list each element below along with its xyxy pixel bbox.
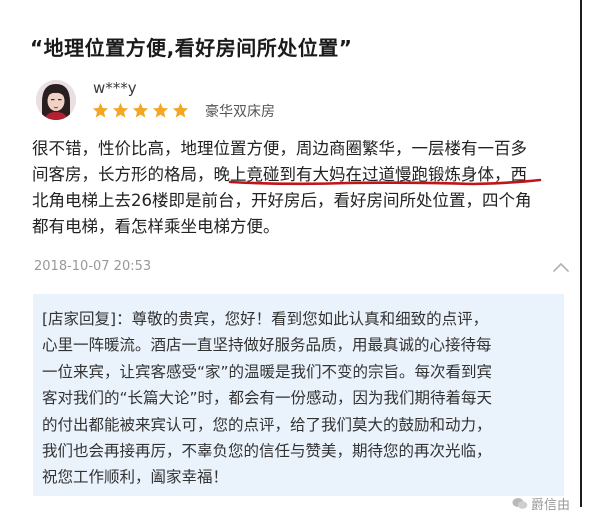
watermark-text: 爵信由 (531, 498, 571, 513)
reply-line: 一位来宾，让宾客感受“家”的温暖是我们不变的宗旨。每次看到宾 (42, 362, 493, 381)
collapse-button[interactable] (552, 258, 570, 272)
reply-line: 的付出都能被来宾认可，您的点评，给了我们莫大的鼓励和动力， (42, 415, 492, 434)
star-icon (112, 102, 129, 118)
star-icon (92, 102, 109, 118)
merchant-reply-text: [店家回复]：尊敬的贵宾，您好！看到您如此认真和细致的点评， 心里一阵暖流。酒店… (42, 306, 562, 491)
wechat-icon (512, 498, 528, 509)
chevron-up-icon (553, 263, 569, 272)
username: w***y (93, 79, 137, 97)
reply-line: 我们也会再接再厉，不辜负您的信任与赞美，期待您的再次光临， (42, 442, 492, 461)
reply-line: 祝您工作顺利，阖家幸福！ (42, 468, 229, 487)
red-underline-annotation (228, 178, 542, 186)
review-title: “地理位置方便,看好房间所处位置” (30, 36, 353, 60)
rating-stars (92, 102, 189, 119)
reply-line: 心里一阵暖流。酒店一直坚持做好服务品质，用最真诚的心接待每 (42, 336, 492, 355)
star-icon (172, 102, 189, 118)
divider-line (580, 0, 582, 507)
reply-line: [店家回复]：尊敬的贵宾，您好！看到您如此认真和细致的点评， (42, 310, 489, 328)
review-line: 都有电梯，看怎样乘坐电梯方便。 (32, 217, 280, 236)
star-icon (152, 102, 169, 118)
user-avatar[interactable] (36, 80, 76, 120)
reply-line: 客对我们的“长篇大论”时，都会有一份感动，因为我们期待着每天 (42, 389, 493, 408)
watermark: 爵信由 (512, 494, 570, 513)
room-type: 豪华双床房 (205, 104, 275, 120)
review-date: 2018-10-07 20:53 (34, 259, 152, 274)
avatar-portrait-icon (36, 80, 76, 120)
review-line: 很不错，性价比高，地理位置方便，周边商圈繁华，一层楼有一百多 (32, 139, 527, 158)
star-icon (132, 102, 149, 118)
